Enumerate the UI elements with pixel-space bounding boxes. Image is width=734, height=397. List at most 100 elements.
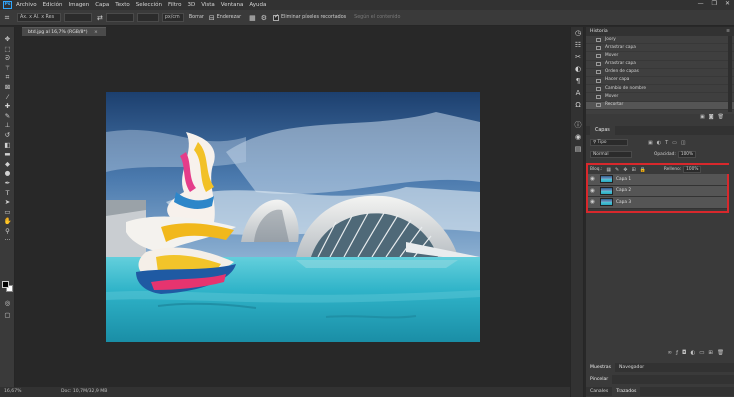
tab-paths[interactable]: Trazados bbox=[612, 387, 641, 396]
document-image[interactable] bbox=[106, 92, 480, 342]
blur-tool-icon[interactable]: ◆ bbox=[0, 160, 15, 170]
history-menu-icon[interactable]: ≡ bbox=[726, 27, 730, 36]
move-tool-icon[interactable]: ✥ bbox=[0, 35, 15, 45]
glyphs-panel-icon[interactable]: Ω bbox=[571, 99, 585, 111]
maximize-button[interactable]: ❐ bbox=[712, 0, 717, 7]
width-field[interactable] bbox=[64, 13, 92, 22]
tab-navigator[interactable]: Navegador bbox=[615, 363, 648, 372]
tab-channels[interactable]: Canales bbox=[586, 387, 612, 396]
history-item-selected[interactable]: Recortar bbox=[586, 101, 734, 110]
character-panel-icon[interactable]: A bbox=[571, 87, 585, 99]
menu-3d[interactable]: 3D bbox=[187, 2, 195, 8]
link-layers-icon[interactable]: ∞ bbox=[668, 350, 677, 356]
frame-tool-icon[interactable]: ⊠ bbox=[0, 83, 15, 93]
delete-cropped-checkbox[interactable] bbox=[272, 13, 279, 21]
lasso-tool-icon[interactable]: ᘐ bbox=[0, 54, 15, 64]
tab-layers[interactable]: Capas bbox=[590, 126, 615, 135]
eyedropper-tool-icon[interactable]: ⁄ bbox=[0, 93, 15, 103]
lock-transparent-icon[interactable]: ▦ bbox=[606, 167, 611, 173]
overlay-grid-icon[interactable]: ▦ bbox=[249, 14, 256, 22]
tools-panel-icon[interactable]: ✂ bbox=[571, 51, 585, 63]
menu-vista[interactable]: Vista bbox=[201, 2, 215, 8]
filter-pixel-icon[interactable]: ▣ bbox=[648, 140, 653, 146]
new-layer-icon[interactable]: ⊞ bbox=[708, 350, 717, 356]
pen-tool-icon[interactable]: ✒ bbox=[0, 179, 15, 189]
gear-icon[interactable]: ⚙ bbox=[261, 14, 267, 22]
brush-tool-icon[interactable]: ✎ bbox=[0, 112, 15, 122]
history-panel-icon[interactable]: ◷ bbox=[571, 27, 585, 39]
adjustments-panel-icon[interactable]: ◐ bbox=[571, 63, 585, 75]
menu-capa[interactable]: Capa bbox=[95, 2, 109, 8]
crop-tool-button-icon[interactable]: ⌗ bbox=[0, 73, 15, 83]
swap-icon[interactable]: ⇄ bbox=[97, 14, 103, 22]
fill-field[interactable]: 100% bbox=[683, 166, 702, 173]
menu-edicion[interactable]: Edición bbox=[43, 2, 63, 8]
lock-pixels-icon[interactable]: ✎ bbox=[615, 167, 619, 173]
menu-archivo[interactable]: Archivo bbox=[16, 2, 37, 8]
layer-filter-select[interactable]: ⚲ Tipo bbox=[590, 139, 628, 146]
info-panel-icon[interactable]: ⓘ bbox=[571, 119, 585, 131]
menu-texto[interactable]: Texto bbox=[115, 2, 130, 8]
eraser-tool-icon[interactable]: ◧ bbox=[0, 141, 15, 151]
dodge-tool-icon[interactable]: ● bbox=[0, 169, 15, 179]
unit-select[interactable]: px/cm bbox=[161, 13, 184, 22]
shape-tool-icon[interactable]: ▭ bbox=[0, 208, 15, 218]
document-close-icon[interactable]: × bbox=[94, 30, 98, 35]
properties-panel-icon[interactable]: ☷ bbox=[571, 39, 585, 51]
lock-position-icon[interactable]: ✥ bbox=[623, 167, 627, 173]
visibility-eye-icon[interactable]: ◉ bbox=[588, 199, 597, 205]
snapshot-icon[interactable]: ◙ bbox=[709, 114, 718, 120]
zoom-level[interactable]: 16,67% bbox=[4, 389, 22, 394]
content-aware-checkbox[interactable]: Según el contenido bbox=[354, 15, 400, 20]
type-tool-icon[interactable]: T bbox=[0, 189, 15, 199]
more-tools-icon[interactable]: ··· bbox=[0, 236, 15, 246]
history-scrollbar[interactable] bbox=[728, 36, 732, 112]
menu-seleccion[interactable]: Selección bbox=[136, 2, 162, 8]
screen-mode-icon[interactable]: ▢ bbox=[0, 311, 15, 321]
menu-filtro[interactable]: Filtro bbox=[168, 2, 181, 8]
menu-ventana[interactable]: Ventana bbox=[221, 2, 244, 8]
delete-layer-icon[interactable]: 🗑 bbox=[717, 350, 728, 356]
delete-state-icon[interactable]: 🗑 bbox=[718, 114, 728, 120]
quick-mask-icon[interactable]: ◎ bbox=[0, 299, 15, 309]
layer-row[interactable]: ◉ Capa 3 bbox=[588, 197, 727, 209]
gradient-tool-icon[interactable]: ▬ bbox=[0, 150, 15, 160]
marquee-tool-icon[interactable]: ⬚ bbox=[0, 45, 15, 55]
zoom-tool-icon[interactable]: ⚲ bbox=[0, 227, 15, 237]
crop-tool-icon[interactable]: ⌗ bbox=[0, 13, 14, 23]
filter-smart-object-icon[interactable]: ◫ bbox=[681, 140, 686, 146]
blend-mode-select[interactable]: Normal bbox=[590, 151, 632, 158]
hand-tool-icon[interactable]: ✋ bbox=[0, 217, 15, 227]
minimize-button[interactable]: — bbox=[698, 0, 704, 7]
clone-stamp-tool-icon[interactable]: ⊥ bbox=[0, 121, 15, 131]
ratio-select[interactable]: Ax. x Al. x Res bbox=[17, 13, 61, 22]
resolution-field[interactable] bbox=[136, 13, 159, 22]
filter-adjustment-icon[interactable]: ◐ bbox=[657, 140, 661, 146]
color-panel-icon[interactable]: ◉ bbox=[571, 131, 585, 143]
new-document-from-state-icon[interactable]: ▣ bbox=[700, 114, 709, 120]
paragraph-panel-icon[interactable]: ¶ bbox=[571, 75, 585, 87]
lock-artboard-icon[interactable]: ⊞ bbox=[631, 167, 635, 173]
straighten-button[interactable]: Enderezar bbox=[217, 15, 241, 20]
lock-all-icon[interactable]: 🔒 bbox=[640, 167, 646, 173]
document-tab[interactable]: btd.jpg al 16,7% (RGB/8*) × bbox=[22, 27, 106, 36]
libraries-panel-icon[interactable]: ▤ bbox=[571, 143, 585, 155]
path-selection-tool-icon[interactable]: ➤ bbox=[0, 198, 15, 208]
history-brush-tool-icon[interactable]: ↺ bbox=[0, 131, 15, 141]
opacity-field[interactable]: 100% bbox=[677, 151, 697, 158]
canvas-area[interactable] bbox=[22, 36, 582, 387]
filter-shape-icon[interactable]: ▭ bbox=[672, 140, 677, 146]
straighten-icon[interactable]: ⊟ bbox=[209, 14, 215, 22]
menu-imagen[interactable]: Imagen bbox=[68, 2, 89, 8]
tab-brush[interactable]: Pincelar bbox=[586, 375, 613, 384]
visibility-eye-icon[interactable]: ◉ bbox=[588, 188, 597, 194]
visibility-eye-icon[interactable]: ◉ bbox=[588, 176, 597, 182]
layer-row[interactable]: ◉ Capa 1 bbox=[588, 174, 727, 186]
height-field[interactable] bbox=[105, 13, 134, 22]
tab-swatches[interactable]: Muestras bbox=[586, 363, 615, 372]
filter-type-icon[interactable]: T bbox=[665, 140, 668, 146]
healing-brush-tool-icon[interactable]: ✚ bbox=[0, 102, 15, 112]
close-window-button[interactable]: ✕ bbox=[725, 0, 730, 7]
foreground-color-swatch[interactable] bbox=[2, 281, 9, 288]
magic-wand-tool-icon[interactable]: ⚚ bbox=[0, 64, 15, 74]
